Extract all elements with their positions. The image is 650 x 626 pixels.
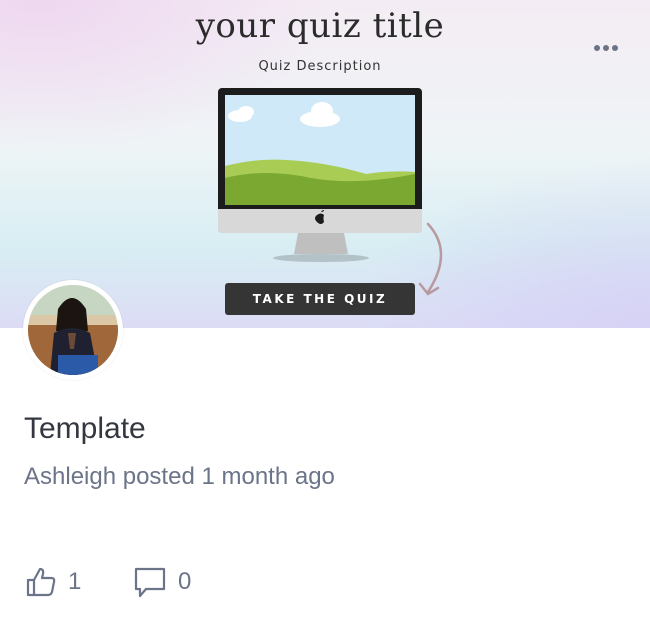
more-icon: [594, 45, 600, 51]
comment-count: 0: [178, 568, 192, 595]
more-icon-dot: [612, 45, 618, 51]
more-options-button[interactable]: [588, 36, 624, 60]
comment-icon: [134, 567, 166, 598]
more-icon-dot: [603, 45, 609, 51]
post-cover-image[interactable]: your quiz title Quiz Description TAKE TH…: [0, 0, 650, 328]
quiz-description: Quiz Description: [258, 59, 382, 74]
post-title[interactable]: Template: [24, 412, 146, 446]
comment-button[interactable]: 0: [132, 562, 191, 602]
post-meta: Ashleigh posted 1 month ago: [24, 463, 335, 490]
like-button[interactable]: 1: [24, 562, 81, 602]
quiz-title: your quiz title: [195, 6, 445, 46]
avatar-photo: [28, 285, 118, 375]
author-avatar[interactable]: [23, 280, 123, 380]
monitor-illustration: [218, 88, 422, 262]
arrow-icon: [418, 222, 443, 296]
like-icon: [26, 567, 56, 597]
take-quiz-button[interactable]: TAKE THE QUIZ: [225, 283, 415, 315]
like-count: 1: [68, 568, 82, 595]
